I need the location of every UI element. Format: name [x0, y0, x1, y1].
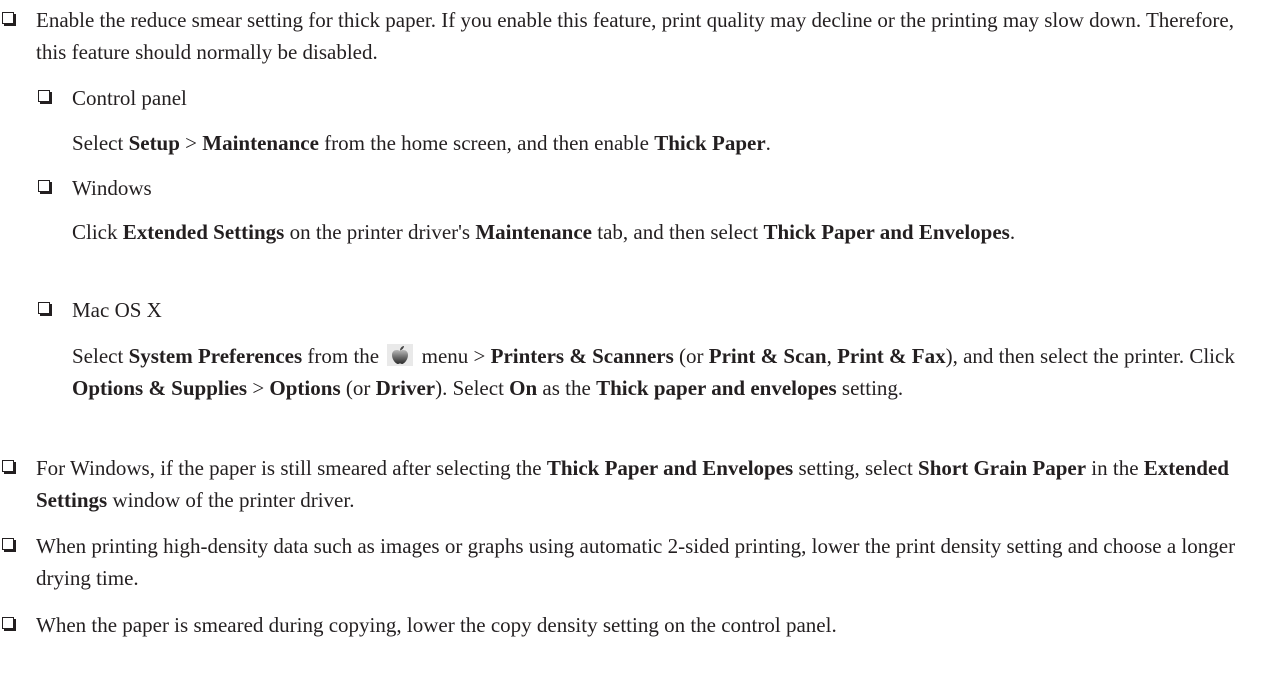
bold-term: Extended Settings: [122, 220, 285, 244]
list-item-copy-density: When the paper is smeared during copying…: [0, 609, 1255, 641]
bold-term: On: [509, 376, 538, 400]
bold-term: Print & Fax: [837, 344, 946, 368]
bold-term: Printers & Scanners: [490, 344, 674, 368]
checkbox-bullet-icon: [2, 617, 14, 629]
sub-item-control-panel: Control panel: [36, 82, 1255, 114]
bold-term: Setup: [128, 131, 180, 155]
sub-item-mac-os-x: Mac OS X: [36, 294, 1255, 326]
list-item-text: Enable the reduce smear setting for thic…: [36, 8, 1234, 64]
list-item-text: For Windows, if the paper is still smear…: [36, 456, 1229, 512]
list-item-short-grain: For Windows, if the paper is still smear…: [0, 452, 1255, 516]
checkbox-bullet-icon: [2, 12, 14, 24]
document-page: Enable the reduce smear setting for thic…: [0, 0, 1271, 680]
windows-instructions: Click Extended Settings on the printer d…: [72, 220, 1016, 244]
bold-term: Thick Paper: [654, 131, 766, 155]
list-item-high-density: When printing high-density data such as …: [0, 530, 1255, 594]
mac-instructions: Select System Preferences from the menu …: [72, 343, 1235, 400]
bold-term: Driver: [375, 376, 436, 400]
checkbox-bullet-icon: [38, 90, 50, 102]
checkbox-bullet-icon: [2, 460, 14, 472]
checkbox-bullet-icon: [38, 302, 50, 314]
sub-item-windows: Windows: [36, 172, 1255, 204]
bold-term: Maintenance: [475, 220, 592, 244]
list-item-text: When the paper is smeared during copying…: [36, 613, 837, 637]
bold-term: Print & Scan: [708, 344, 827, 368]
bold-term: Thick Paper and Envelopes: [546, 456, 794, 480]
bold-term: Short Grain Paper: [918, 456, 1087, 480]
checkbox-bullet-icon: [2, 538, 14, 550]
list-item-reduce-smear: Enable the reduce smear setting for thic…: [0, 4, 1255, 68]
list-item-text: When printing high-density data such as …: [36, 534, 1236, 590]
checkbox-bullet-icon: [38, 180, 50, 192]
bold-term: Maintenance: [202, 131, 319, 155]
bold-term: Thick Paper and Envelopes: [763, 220, 1010, 244]
sub-item-heading: Mac OS X: [72, 298, 162, 322]
bold-term: System Preferences: [128, 344, 303, 368]
apple-menu-icon: [387, 343, 414, 366]
sub-item-heading: Windows: [72, 176, 152, 200]
bold-term: Options: [269, 376, 341, 400]
bold-term: Options & Supplies: [72, 376, 248, 400]
sub-item-heading: Control panel: [72, 86, 187, 110]
bold-term: Thick paper and envelopes: [596, 376, 837, 400]
control-panel-instructions: Select Setup > Maintenance from the home…: [72, 131, 771, 155]
